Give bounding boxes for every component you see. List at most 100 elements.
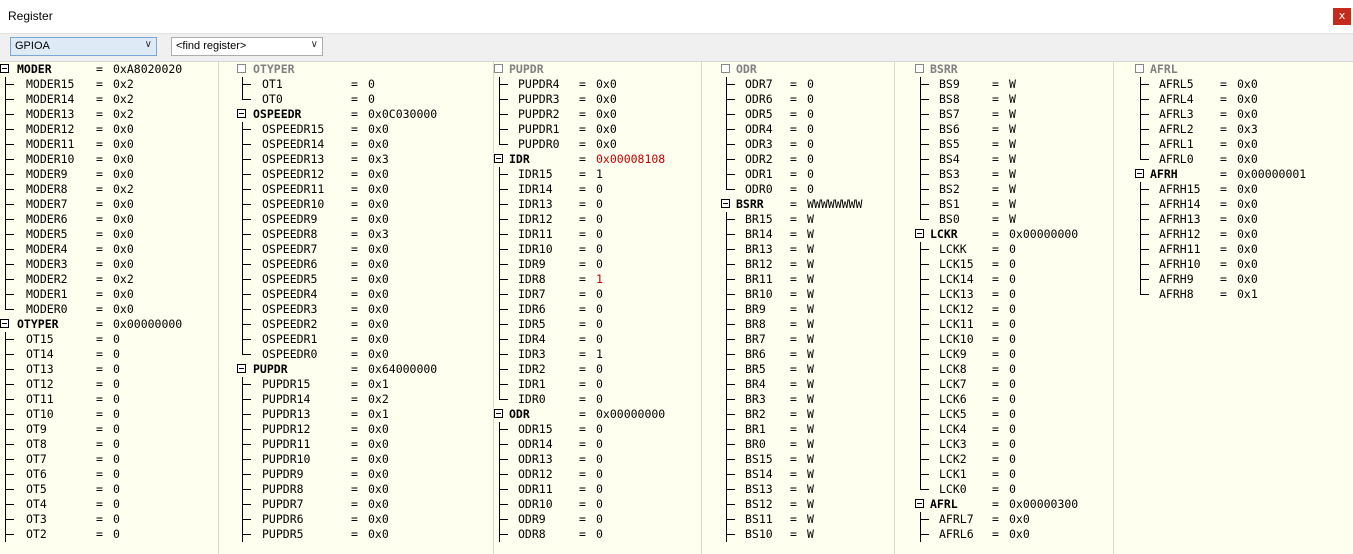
- collapse-icon[interactable]: [915, 229, 924, 238]
- field-row[interactable]: MODER9 = 0x0: [0, 167, 218, 182]
- collapse-icon[interactable]: [237, 109, 246, 118]
- field-row[interactable]: AFRH15 = 0x0: [1135, 182, 1353, 197]
- field-row[interactable]: ODR14 = 0: [494, 437, 701, 452]
- field-row[interactable]: OT12 = 0: [0, 377, 218, 392]
- register-value[interactable]: 0x0: [368, 137, 389, 152]
- field-row[interactable]: LCK0 = 0: [915, 482, 1113, 497]
- field-row[interactable]: OSPEEDR8 = 0x3: [237, 227, 493, 242]
- register-value[interactable]: 0: [113, 422, 120, 437]
- register-value[interactable]: 0x0: [596, 137, 617, 152]
- field-row[interactable]: IDR11 = 0: [494, 227, 701, 242]
- register-value[interactable]: W: [807, 452, 814, 467]
- register-value[interactable]: 0: [113, 392, 120, 407]
- register-value[interactable]: 0x0: [596, 107, 617, 122]
- field-row[interactable]: AFRL7 = 0x0: [915, 512, 1113, 527]
- register-value[interactable]: 0x0: [368, 257, 389, 272]
- register-value[interactable]: W: [1009, 212, 1016, 227]
- register-value[interactable]: 0: [807, 122, 814, 137]
- field-row[interactable]: PUPDR1 = 0x0: [494, 122, 701, 137]
- register-value[interactable]: W: [807, 227, 814, 242]
- field-row[interactable]: OSPEEDR1 = 0x0: [237, 332, 493, 347]
- register-value[interactable]: W: [1009, 137, 1016, 152]
- register-value[interactable]: 0x0: [596, 122, 617, 137]
- register-value[interactable]: 0x0: [113, 137, 134, 152]
- field-row[interactable]: BS8 = W: [915, 92, 1113, 107]
- field-row[interactable]: PUPDR13 = 0x1: [237, 407, 493, 422]
- field-row[interactable]: LCK5 = 0: [915, 407, 1113, 422]
- register-value[interactable]: 0: [113, 467, 120, 482]
- register-row[interactable]: BSRR = WWWWWWWW: [721, 197, 894, 212]
- field-row[interactable]: OT6 = 0: [0, 467, 218, 482]
- field-row[interactable]: IDR9 = 0: [494, 257, 701, 272]
- register-value[interactable]: 0x0: [368, 452, 389, 467]
- field-row[interactable]: ODR6 = 0: [721, 92, 894, 107]
- register-value[interactable]: 0x0: [368, 332, 389, 347]
- register-value[interactable]: 0: [113, 497, 120, 512]
- field-row[interactable]: LCK15 = 0: [915, 257, 1113, 272]
- register-value[interactable]: W: [807, 302, 814, 317]
- register-value[interactable]: 0x2: [113, 92, 134, 107]
- field-row[interactable]: BS4 = W: [915, 152, 1113, 167]
- field-row[interactable]: BR14 = W: [721, 227, 894, 242]
- register-value[interactable]: 0x0: [368, 527, 389, 542]
- register-value[interactable]: 0x00000000: [1009, 227, 1078, 242]
- field-row[interactable]: LCK14 = 0: [915, 272, 1113, 287]
- field-row[interactable]: IDR13 = 0: [494, 197, 701, 212]
- register-value[interactable]: 0x0: [1237, 257, 1258, 272]
- field-row[interactable]: MODER15 = 0x2: [0, 77, 218, 92]
- register-value[interactable]: 0x00008108: [596, 152, 665, 167]
- field-row[interactable]: OT10 = 0: [0, 407, 218, 422]
- register-value[interactable]: 0x1: [368, 377, 389, 392]
- field-row[interactable]: OT3 = 0: [0, 512, 218, 527]
- register-value[interactable]: 0: [596, 197, 603, 212]
- register-value[interactable]: 0x0: [368, 497, 389, 512]
- field-row[interactable]: LCKK = 0: [915, 242, 1113, 257]
- register-value[interactable]: 0: [596, 317, 603, 332]
- field-row[interactable]: LCK1 = 0: [915, 467, 1113, 482]
- field-row[interactable]: BR4 = W: [721, 377, 894, 392]
- field-row[interactable]: BS12 = W: [721, 497, 894, 512]
- register-value[interactable]: 0x0: [113, 152, 134, 167]
- field-row[interactable]: BR3 = W: [721, 392, 894, 407]
- field-row[interactable]: AFRH11 = 0x0: [1135, 242, 1353, 257]
- register-value[interactable]: 0x1: [1237, 287, 1258, 302]
- register-value[interactable]: 0x0: [1237, 242, 1258, 257]
- register-value[interactable]: 0: [1009, 257, 1016, 272]
- register-value[interactable]: 0: [596, 257, 603, 272]
- field-row[interactable]: BR10 = W: [721, 287, 894, 302]
- field-row[interactable]: IDR1 = 0: [494, 377, 701, 392]
- field-row[interactable]: IDR12 = 0: [494, 212, 701, 227]
- register-value[interactable]: 0: [596, 242, 603, 257]
- register-value[interactable]: 0x0: [1237, 272, 1258, 287]
- field-row[interactable]: AFRL4 = 0x0: [1135, 92, 1353, 107]
- register-value[interactable]: 0x0: [1237, 197, 1258, 212]
- register-value[interactable]: 0x0: [113, 302, 134, 317]
- register-value[interactable]: 0x0: [113, 242, 134, 257]
- field-row[interactable]: AFRH13 = 0x0: [1135, 212, 1353, 227]
- register-value[interactable]: 0: [113, 482, 120, 497]
- register-row[interactable]: PUPDR = 0x64000000: [237, 362, 493, 377]
- register-value[interactable]: 0: [807, 77, 814, 92]
- tree-node-icon[interactable]: [721, 64, 730, 73]
- register-header-continued[interactable]: ODR: [721, 62, 894, 77]
- register-value[interactable]: 0x0: [368, 512, 389, 527]
- register-value[interactable]: 0x2: [113, 272, 134, 287]
- field-row[interactable]: IDR0 = 0: [494, 392, 701, 407]
- register-value[interactable]: W: [1009, 197, 1016, 212]
- field-row[interactable]: LCK7 = 0: [915, 377, 1113, 392]
- register-value[interactable]: 0: [1009, 242, 1016, 257]
- field-row[interactable]: PUPDR7 = 0x0: [237, 497, 493, 512]
- register-row[interactable]: OSPEEDR = 0x0C030000: [237, 107, 493, 122]
- register-value[interactable]: 0: [1009, 422, 1016, 437]
- field-row[interactable]: IDR2 = 0: [494, 362, 701, 377]
- register-value[interactable]: 0: [596, 467, 603, 482]
- register-value[interactable]: 0: [1009, 467, 1016, 482]
- field-row[interactable]: BS11 = W: [721, 512, 894, 527]
- field-row[interactable]: PUPDR4 = 0x0: [494, 77, 701, 92]
- register-value[interactable]: 0: [807, 182, 814, 197]
- field-row[interactable]: MODER11 = 0x0: [0, 137, 218, 152]
- field-row[interactable]: PUPDR5 = 0x0: [237, 527, 493, 542]
- field-row[interactable]: BS6 = W: [915, 122, 1113, 137]
- field-row[interactable]: LCK10 = 0: [915, 332, 1113, 347]
- field-row[interactable]: ODR12 = 0: [494, 467, 701, 482]
